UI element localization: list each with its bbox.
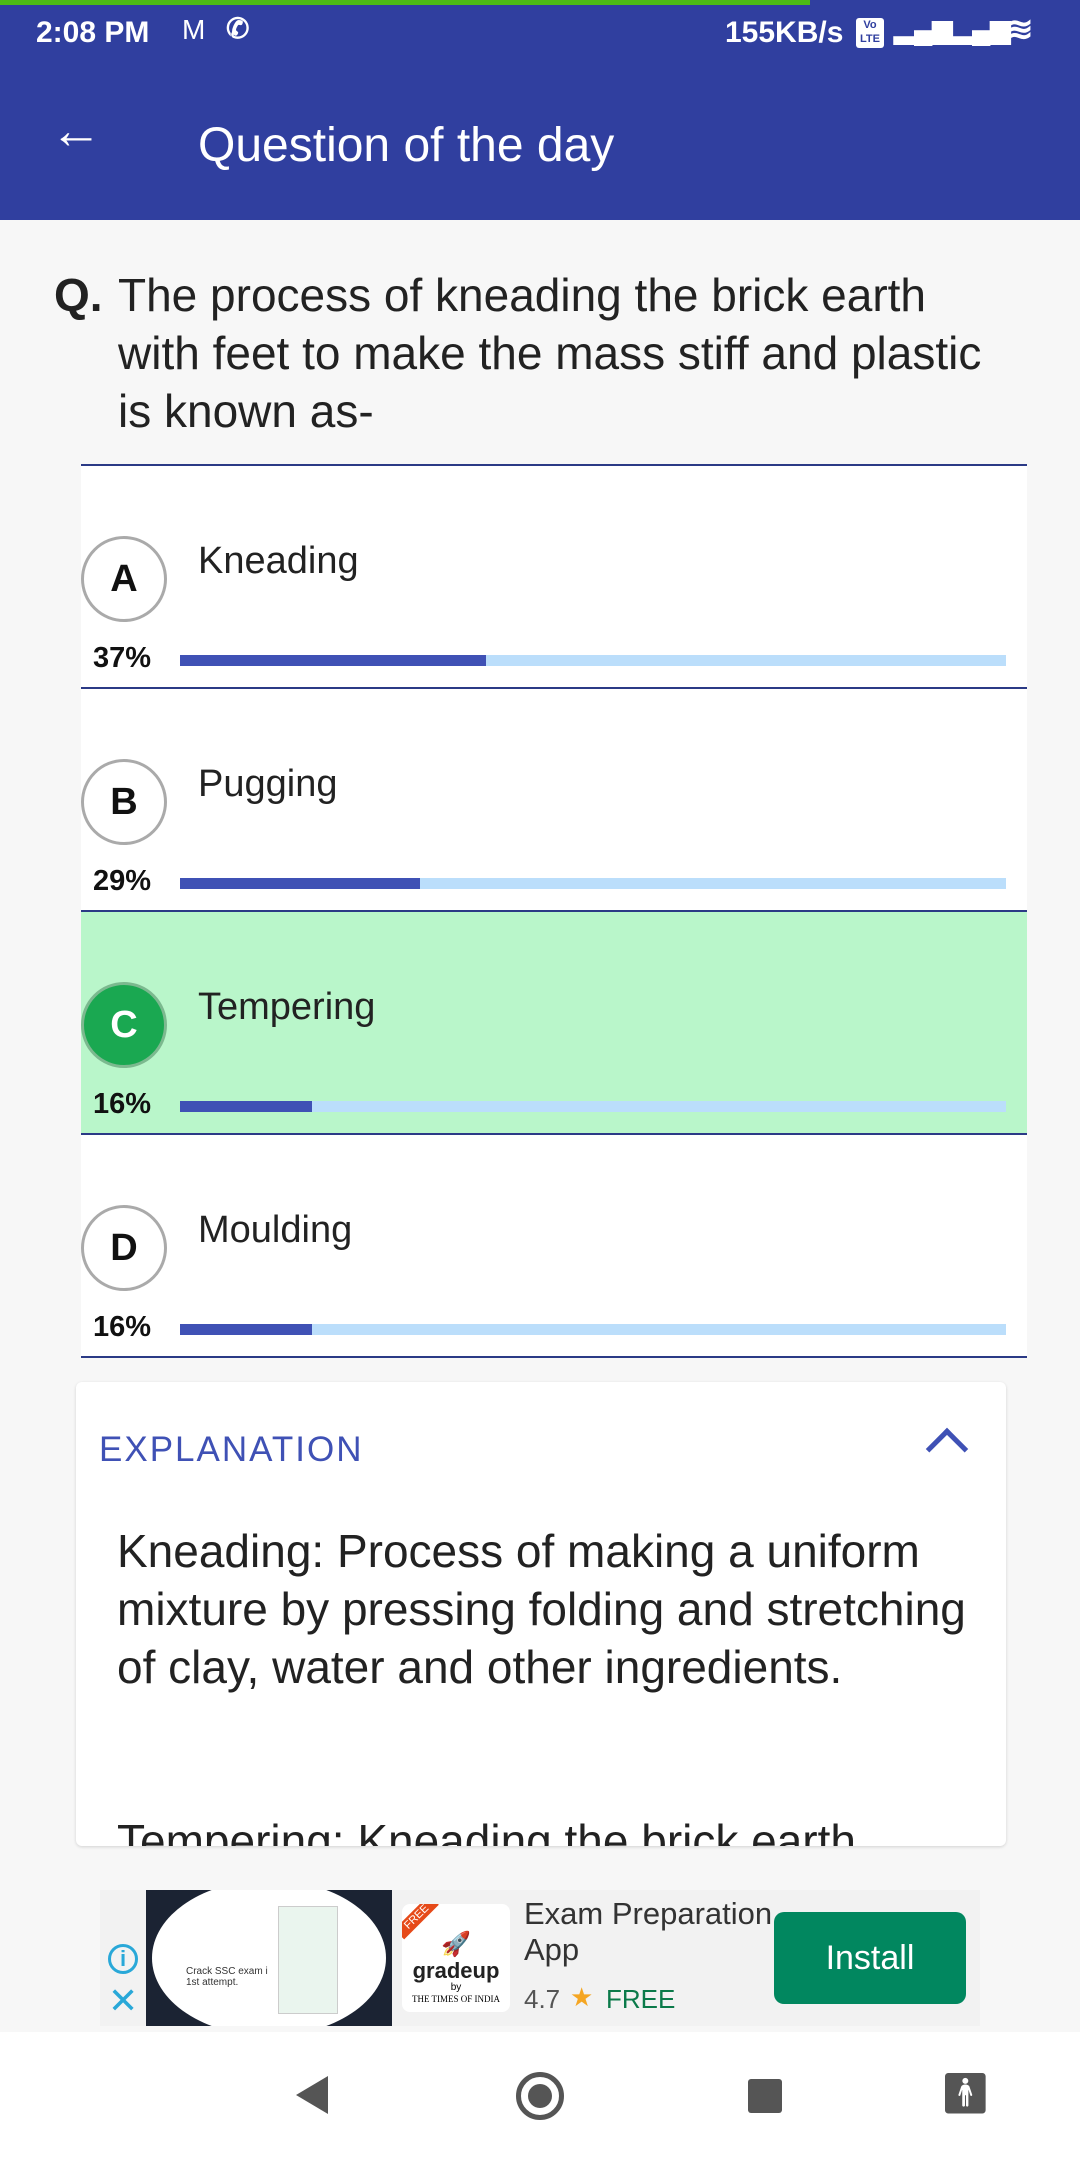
page-title: Question of the day [198,119,615,172]
option-letter: C [81,982,167,1068]
ad-price: FREE [606,1984,676,2014]
page-load-progress [0,0,810,5]
option-percent: 16% [93,1088,152,1120]
option-percent: 16% [93,1311,152,1343]
status-time: 2:08 PM [36,16,150,49]
ad-info-icon[interactable]: i [108,1944,138,1974]
ad-title: Exam Preparation App [524,1896,773,1967]
option-label: Pugging [198,763,338,805]
question-prefix: Q. [54,269,103,321]
option-letter: D [81,1205,167,1291]
wifi-icon: ≋ [1005,11,1034,49]
option-label: Moulding [198,1209,353,1251]
explanation-body: Kneading: Process of making a uniform mi… [117,1525,966,1693]
question-text: The process of kneading the brick earth … [118,269,982,437]
home-nav-icon[interactable] [516,2072,564,2120]
option-d[interactable]: D Moulding 16% [81,1135,1027,1358]
back-nav-icon[interactable] [296,2076,328,2114]
recents-nav-icon[interactable] [748,2079,782,2113]
option-a[interactable]: A Kneading 37% [81,466,1027,689]
option-progress-fill [180,1101,313,1112]
volte-icon: Vo LTE [856,18,884,48]
back-arrow-icon[interactable]: ← [50,105,102,157]
ad-banner[interactable]: i ✕ Crack SSC exam i 1st attempt. FREE 🚀… [100,1890,980,2026]
option-letter: A [81,536,167,622]
explanation-heading: EXPLANATION [99,1430,364,1469]
star-icon: ★ [570,1982,594,2012]
ad-rating: 4.7 [524,1984,561,2014]
signal-2-icon: ▂▄▆ [952,14,1011,44]
option-label: Kneading [198,540,359,582]
app-bar: ← Question of the day [0,58,1080,220]
explanation-card: EXPLANATION Kneading: Process of making … [76,1382,1006,1846]
chevron-up-icon[interactable] [925,1427,969,1471]
gmail-icon: M [182,14,206,45]
option-progress-fill [180,1324,313,1335]
option-c[interactable]: C Tempering 16% [81,912,1027,1135]
option-progress-bar [180,1324,1006,1335]
option-b[interactable]: B Pugging 29% [81,689,1027,912]
gradeup-logo: FREE 🚀 gradeup by THE TIMES OF INDIA [402,1904,510,2012]
option-progress-fill [180,655,486,666]
ad-close-icon[interactable]: ✕ [108,1980,138,2022]
option-progress-bar [180,878,1006,889]
network-speed: 155KB/s [725,16,844,49]
call-icon: ✆ [226,13,250,44]
option-label: Tempering [198,986,376,1028]
signal-icon: ▂▄▆ [894,14,953,44]
option-percent: 37% [93,642,152,674]
option-progress-fill [180,878,420,889]
ad-image: Crack SSC exam i 1st attempt. [146,1890,392,2026]
accessibility-icon[interactable]: 🚹︎ [940,2070,991,2117]
option-progress-bar [180,655,1006,666]
install-button[interactable]: Install [774,1912,966,2004]
status-bar: 2:08 PM M ✆ 155KB/s Vo LTE ▂▄▆ ▂▄▆ ≋ [0,0,1080,60]
option-percent: 29% [93,865,152,897]
nav-bar: 🚹︎ [0,2032,1080,2160]
option-letter: B [81,759,167,845]
option-progress-bar [180,1101,1006,1112]
explanation-body-2: Tempering: Kneading the brick earth [117,1815,856,1846]
